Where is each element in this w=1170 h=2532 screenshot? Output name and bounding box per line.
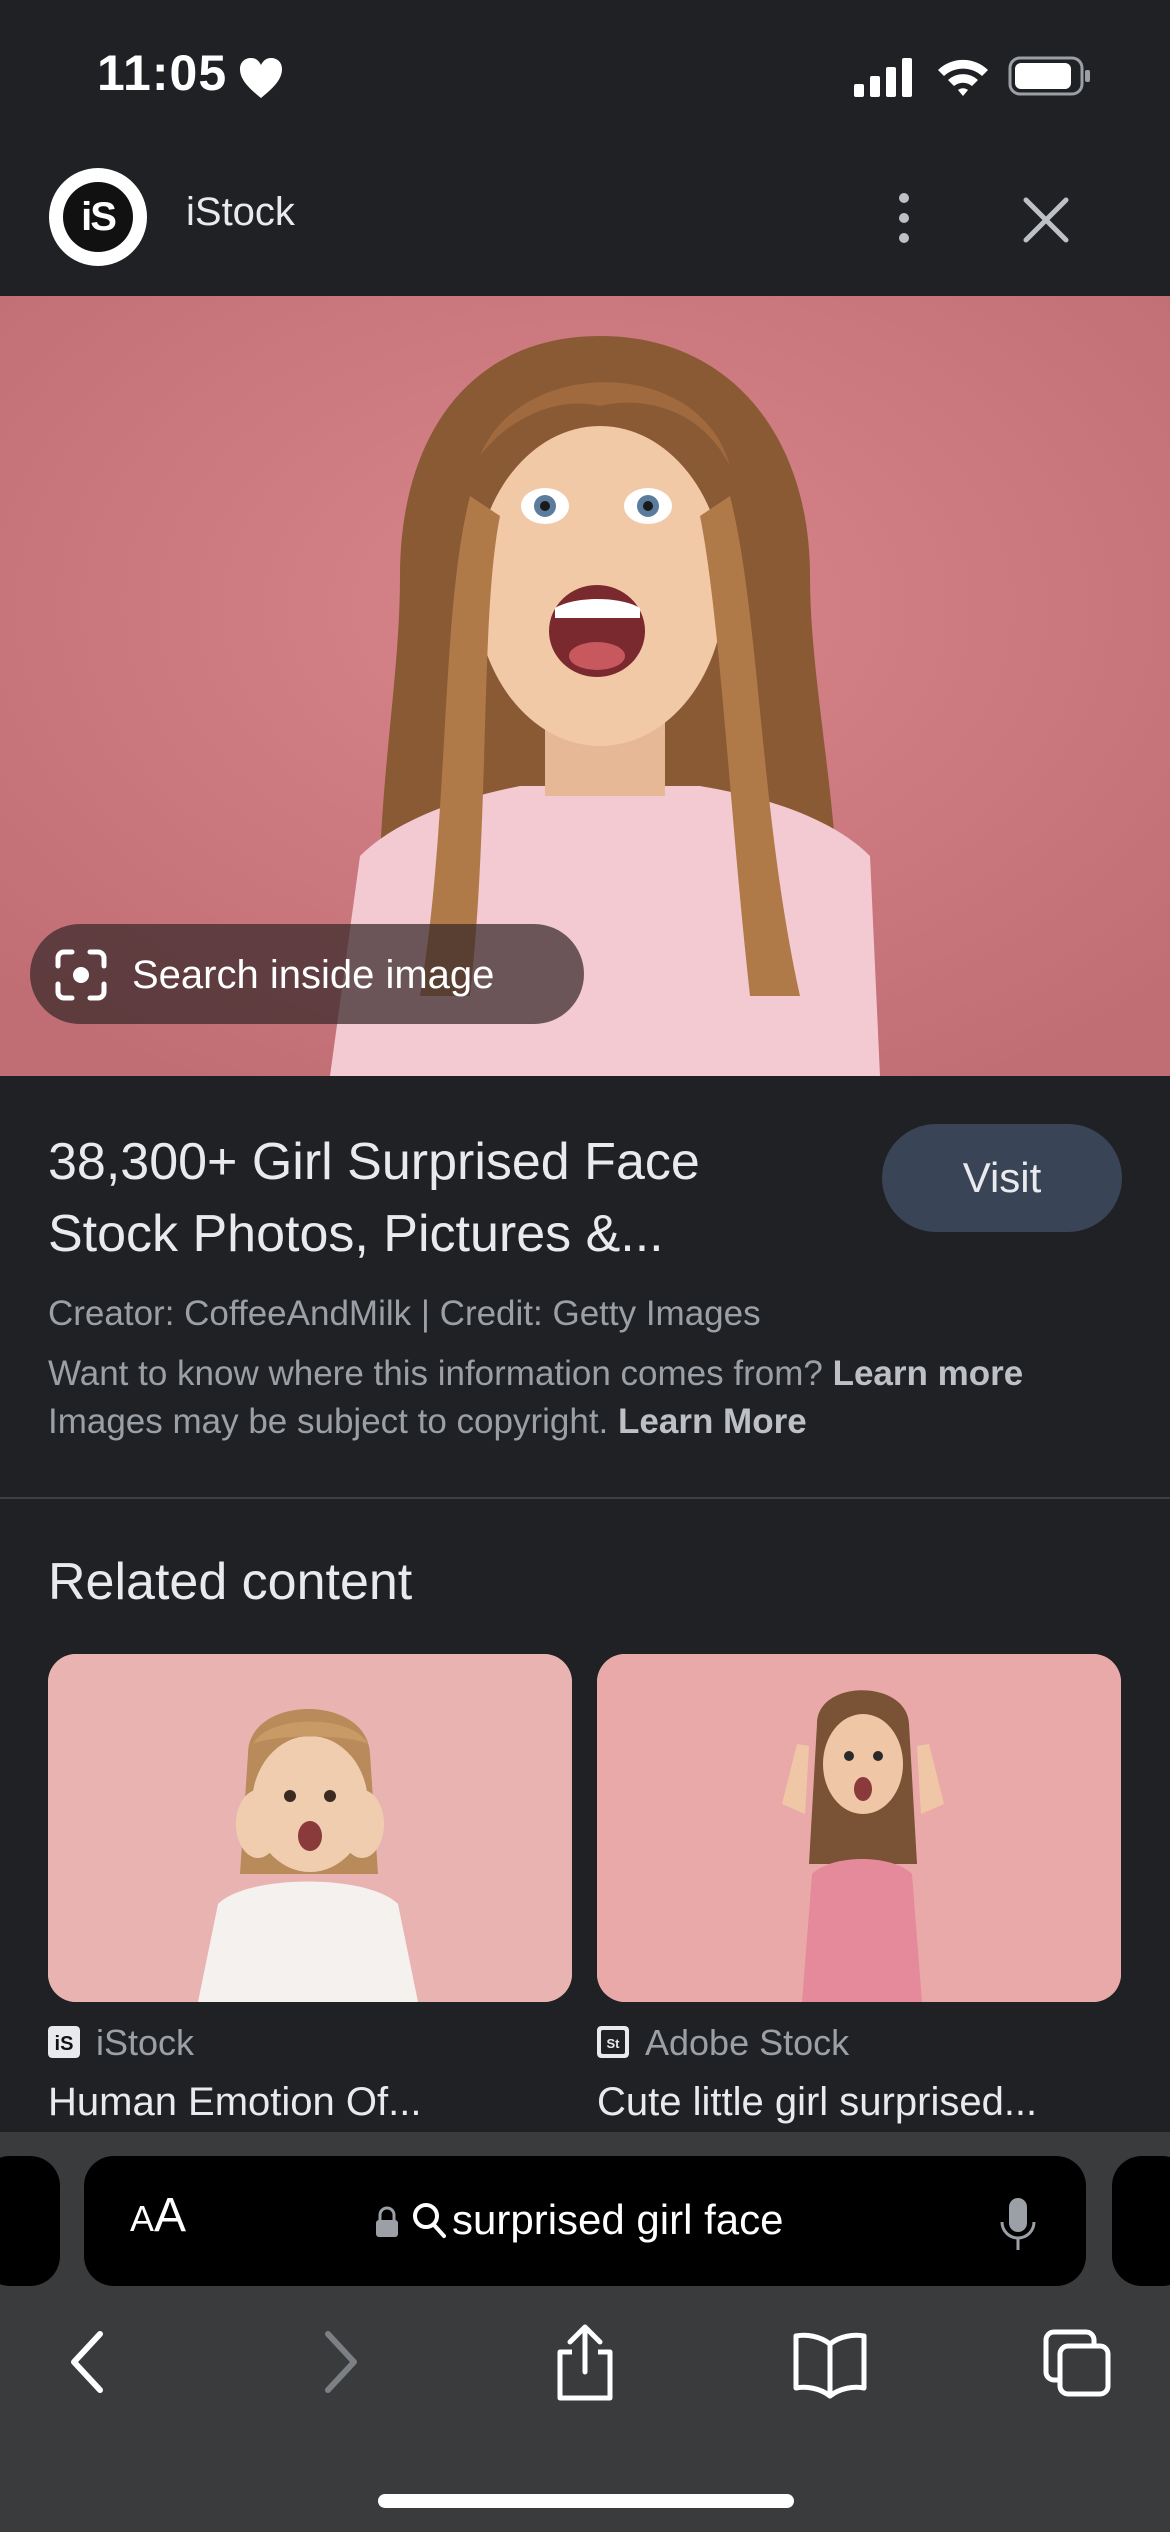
related-card-title[interactable]: Cute little girl surprised... [597,2080,1037,2125]
related-card-image[interactable] [597,1654,1121,2002]
microphone-icon[interactable] [998,2196,1038,2254]
related-photo-illustration [597,1654,1121,2002]
bookmarks-icon[interactable] [792,2322,868,2402]
back-icon[interactable] [62,2322,112,2402]
close-icon[interactable] [1018,192,1074,248]
wifi-icon [938,59,988,96]
related-card-title[interactable]: Human Emotion Of... [48,2080,421,2125]
next-tab-peek[interactable] [1112,2156,1170,2286]
lock-icon [376,2206,398,2237]
copyright-learn-more-link[interactable]: Learn More [618,1402,807,1441]
image-credit: Creator: CoffeeAndMilk | Credit: Getty I… [48,1294,761,1333]
svg-text:iS: iS [55,2033,74,2055]
svg-text:St: St [607,2036,621,2051]
istock-logo-icon: iS [63,182,133,252]
result-title-line2: Stock Photos, Pictures &... [48,1205,664,1263]
learn-more-link[interactable]: Learn more [833,1354,1024,1393]
result-title-line1: 38,300+ Girl Surprised Face [48,1133,700,1191]
copyright-text: Images may be subject to copyright. [48,1402,609,1441]
result-title[interactable]: 38,300+ Girl Surprised Face Stock Photos… [48,1126,838,1270]
related-card-source: iStock [96,2022,195,2063]
home-indicator [378,2494,794,2508]
address-text[interactable]: surprised girl face [452,2196,783,2244]
related-photo-illustration [48,1654,572,2002]
site-logo: iS [49,168,147,266]
section-divider [0,1497,1170,1499]
info-source-text: Want to know where this information come… [48,1354,823,1393]
google-lens-icon [55,949,107,1001]
battery-icon [1008,56,1090,96]
search-icon [413,2203,446,2238]
share-icon[interactable] [550,2322,620,2402]
tabs-icon[interactable] [1042,2322,1114,2402]
related-content-heading: Related content [48,1553,413,1611]
visit-button[interactable]: Visit [882,1124,1122,1232]
related-card-image[interactable] [48,1654,572,2002]
related-card-source: Adobe Stock [645,2022,850,2063]
status-time: 11:05 [97,45,228,101]
site-name[interactable]: iStock [186,190,295,235]
more-vert-icon[interactable] [880,188,928,248]
text-size-button[interactable]: AA [130,2188,186,2243]
forward-icon[interactable] [316,2322,366,2402]
image-viewer-header [0,150,1170,296]
previous-tab-peek[interactable] [0,2156,60,2286]
signal-icon [854,58,912,97]
info-source-line: Want to know where this information come… [48,1354,1023,1394]
istock-icon: iS [48,2026,80,2058]
copyright-line: Images may be subject to copyright. Lear… [48,1402,807,1442]
search-inside-image-label: Search inside image [132,953,495,997]
adobe-stock-icon: St [597,2026,629,2058]
heart-icon [240,58,282,98]
